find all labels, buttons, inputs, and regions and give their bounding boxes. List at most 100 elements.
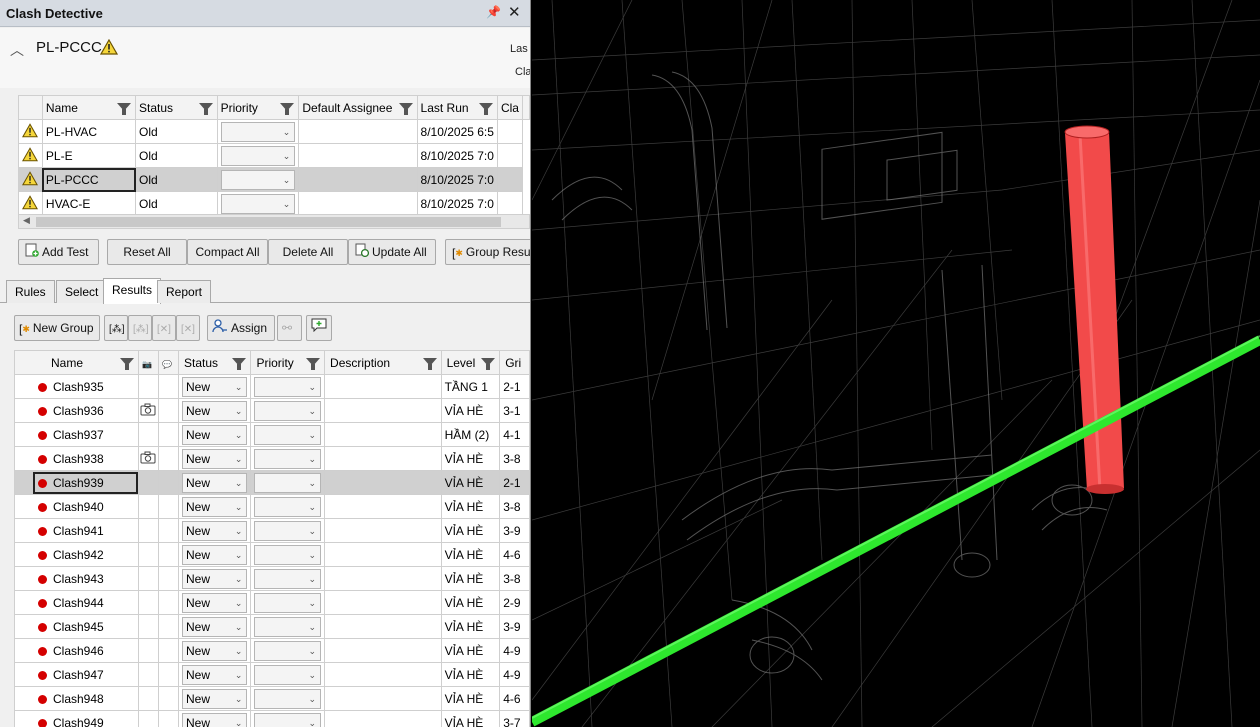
camera-icon-header[interactable]: 📷 [138,350,160,375]
group-results-button[interactable]: [✱ Group Resu [445,239,530,265]
filter-icon[interactable] [280,103,295,115]
clash-comment-cell[interactable] [158,566,179,591]
clash-comment-cell[interactable] [158,542,179,567]
clash-description[interactable] [324,686,442,711]
test-row[interactable]: HVAC-E Old ⌄ 8/10/2025 7:0 [18,191,530,216]
test-default-assignee[interactable] [298,119,418,144]
camera-icon[interactable] [140,403,156,419]
clash-viewpoint-cell[interactable] [138,590,160,615]
camera-icon[interactable] [140,451,156,467]
results-column-name[interactable]: Name [13,350,140,375]
clash-description[interactable] [324,662,442,687]
clash-description[interactable] [324,374,442,399]
clash-row[interactable]: Clash935 New ⌄ ⌄ TẦNG 1 2-1 [13,374,530,399]
comment-icon-header[interactable]: 💬 [158,350,179,375]
test-name[interactable]: PL-HVAC [41,119,137,144]
clash-comment-cell[interactable] [158,398,179,423]
test-priority-dropdown[interactable]: ⌄ [220,193,296,214]
clash-description[interactable] [324,590,442,615]
clash-row[interactable]: Clash939 New ⌄ ⌄ VỈA HÈ 2-1 [13,470,530,495]
filter-icon[interactable] [232,358,247,370]
clash-name-cell[interactable]: Clash947 [13,662,140,687]
clash-description[interactable] [324,566,442,591]
clash-comment-cell[interactable] [158,494,179,519]
filter-icon[interactable] [117,103,132,115]
clash-name-cell[interactable]: Clash936 [13,398,140,423]
clash-priority-dropdown[interactable]: ⌄ [254,424,322,445]
clash-viewpoint-cell[interactable] [138,494,160,519]
clash-comment-cell[interactable] [158,710,179,727]
clash-description[interactable] [324,470,442,495]
clash-status-dropdown[interactable]: New ⌄ [181,496,248,517]
clash-viewpoint-cell[interactable] [138,446,160,471]
clash-comment-cell[interactable] [158,686,179,711]
tests-column-header[interactable]: Default Assignee [298,95,418,120]
clash-comment-cell[interactable] [158,446,179,471]
clash-status-dropdown[interactable]: New ⌄ [181,592,248,613]
clash-row[interactable]: Clash949 New ⌄ ⌄ VỈA HÈ 3-7 [13,710,530,727]
assign-button[interactable]: Assign [207,315,275,341]
clash-priority-dropdown[interactable]: ⌄ [254,544,322,565]
test-priority-dropdown[interactable]: ⌄ [220,145,296,166]
clash-viewpoint-cell[interactable] [138,686,160,711]
clash-priority-dropdown[interactable]: ⌄ [254,712,322,727]
clash-row[interactable]: Clash946 New ⌄ ⌄ VỈA HÈ 4-9 [13,638,530,663]
clash-viewpoint-cell[interactable] [138,710,160,727]
tests-column-header[interactable]: Cla [496,95,524,120]
clash-row[interactable]: Clash944 New ⌄ ⌄ VỈA HÈ 2-9 [13,590,530,615]
tests-column-header[interactable]: Status [135,95,218,120]
reset-all-button[interactable]: Reset All [107,239,187,265]
pin-icon[interactable]: 📌 [486,5,501,19]
3d-viewport[interactable] [532,0,1260,727]
clash-comment-cell[interactable] [158,470,179,495]
test-priority-dropdown[interactable]: ⌄ [220,169,296,190]
clash-priority-dropdown[interactable]: ⌄ [254,568,322,589]
clash-priority-dropdown[interactable]: ⌄ [254,664,322,685]
clash-viewpoint-cell[interactable] [138,662,160,687]
clash-row[interactable]: Clash940 New ⌄ ⌄ VỈA HÈ 3-8 [13,494,530,519]
clash-description[interactable] [324,398,442,423]
clash-status-dropdown[interactable]: New ⌄ [181,376,248,397]
clash-status-dropdown[interactable]: New ⌄ [181,664,248,685]
tests-column-header[interactable]: Last Run [416,95,498,120]
clash-name-cell[interactable]: Clash944 [13,590,140,615]
tests-column-header[interactable]: Name [41,95,137,120]
results-column-description[interactable]: Description [324,350,442,375]
test-default-assignee[interactable] [298,191,418,216]
clash-priority-dropdown[interactable]: ⌄ [254,448,322,469]
results-column-level[interactable]: Level [440,350,501,375]
clash-status-dropdown[interactable]: New ⌄ [181,616,248,637]
clash-status-dropdown[interactable]: New ⌄ [181,400,248,421]
clash-comment-cell[interactable] [158,422,179,447]
clash-description[interactable] [324,422,442,447]
clash-viewpoint-cell[interactable] [138,518,160,543]
clash-viewpoint-cell[interactable] [138,470,160,495]
clash-name-cell[interactable]: Clash946 [13,638,140,663]
clash-status-dropdown[interactable]: New ⌄ [181,472,248,493]
clash-status-dropdown[interactable]: New ⌄ [181,712,248,727]
tab-rules[interactable]: Rules [6,280,55,303]
clash-row[interactable]: Clash936 New ⌄ ⌄ VỈA HÈ 3-1 [13,398,530,423]
filter-icon[interactable] [398,103,413,115]
clash-description[interactable] [324,518,442,543]
filter-icon[interactable] [120,358,135,370]
clash-row[interactable]: Clash948 New ⌄ ⌄ VỈA HÈ 4-6 [13,686,530,711]
clash-comment-cell[interactable] [158,518,179,543]
test-row[interactable]: PL-HVAC Old ⌄ 8/10/2025 6:5 [18,119,530,144]
clash-name-cell[interactable]: Clash945 [13,614,140,639]
clash-name-cell[interactable]: Clash940 [13,494,140,519]
clash-comment-cell[interactable] [158,662,179,687]
tab-select[interactable]: Select [56,280,108,303]
group-from-selection-button[interactable]: [⁂] [104,315,128,341]
test-row[interactable]: PL-E Old ⌄ 8/10/2025 7:0 [18,143,530,168]
clash-priority-dropdown[interactable]: ⌄ [254,376,322,397]
clash-description[interactable] [324,614,442,639]
clash-viewpoint-cell[interactable] [138,422,160,447]
compact-all-button[interactable]: Compact All [187,239,268,265]
clash-row[interactable]: Clash938 New ⌄ ⌄ VỈA HÈ 3-8 [13,446,530,471]
clash-name-cell[interactable]: Clash935 [13,374,140,399]
results-column-grid[interactable]: Gri [499,350,530,375]
test-default-assignee[interactable] [298,167,418,192]
clash-viewpoint-cell[interactable] [138,398,160,423]
new-group-button[interactable]: [✱ New Group [14,315,100,341]
